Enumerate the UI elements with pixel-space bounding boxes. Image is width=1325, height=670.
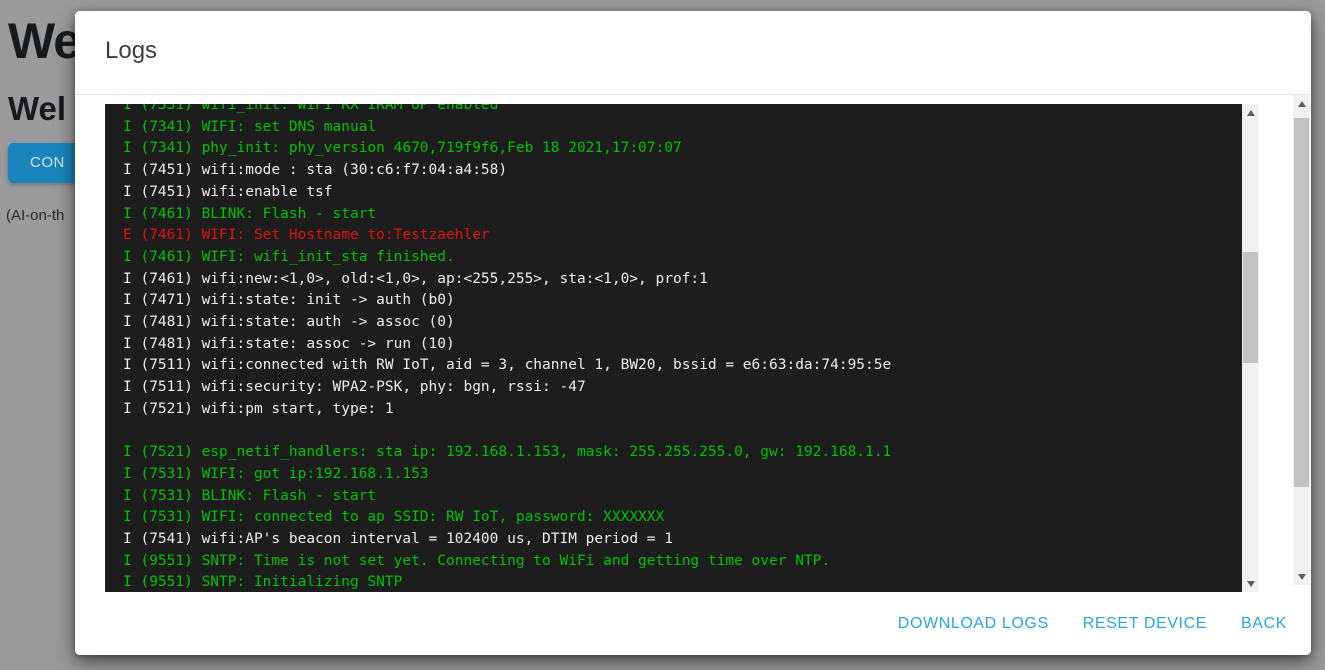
- logs-dialog: Logs I (7331) wifi_init: WiFi RX IRAM OP…: [75, 11, 1311, 655]
- log-line: [123, 421, 891, 443]
- log-line: I (7511) wifi:connected with RW IoT, aid…: [123, 355, 891, 377]
- log-line: I (7531) WIFI: got ip:192.168.1.153: [123, 464, 891, 486]
- log-line: E (7461) WIFI: Set Hostname to:Testzaehl…: [123, 225, 891, 247]
- log-line: I (7341) WIFI: set DNS manual: [123, 117, 891, 139]
- dialog-scrollbar-thumb[interactable]: [1294, 118, 1309, 487]
- log-output: I (7331) wifi_init: WiFi RX IRAM OP enab…: [123, 104, 891, 592]
- log-line: I (9551) SNTP: Time is not set yet. Conn…: [123, 551, 891, 573]
- log-line: I (7531) BLINK: Flash - start: [123, 486, 891, 508]
- log-line: I (7521) wifi:pm start, type: 1: [123, 399, 891, 421]
- log-scroll-up-button[interactable]: [1242, 104, 1259, 121]
- page-caption-clipped: (AI-on-th: [6, 207, 64, 224]
- log-line: I (7461) WIFI: wifi_init_sta finished.: [123, 247, 891, 269]
- log-line: I (7331) wifi_init: WiFi RX IRAM OP enab…: [123, 104, 891, 117]
- log-terminal[interactable]: I (7331) wifi_init: WiFi RX IRAM OP enab…: [105, 104, 1259, 592]
- back-button[interactable]: BACK: [1241, 615, 1287, 633]
- log-line: I (7461) wifi:new:<1,0>, old:<1,0>, ap:<…: [123, 269, 891, 291]
- log-line: I (9551) SNTP: Initializing SNTP: [123, 572, 891, 592]
- scroll-down-icon: [1247, 581, 1255, 587]
- log-line: I (7451) wifi:enable tsf: [123, 182, 891, 204]
- log-line: I (7341) phy_init: phy_version 4670,719f…: [123, 138, 891, 160]
- log-line: I (7461) BLINK: Flash - start: [123, 204, 891, 226]
- page-heading-clipped: We: [8, 12, 80, 70]
- dialog-scroll-down-button[interactable]: [1293, 568, 1310, 585]
- log-line: I (7451) wifi:mode : sta (30:c6:f7:04:a4…: [123, 160, 891, 182]
- dialog-title: Logs: [105, 37, 157, 65]
- dialog-header: Logs: [75, 11, 1311, 95]
- log-line: I (7511) wifi:security: WPA2-PSK, phy: b…: [123, 377, 891, 399]
- scroll-up-icon: [1247, 110, 1255, 116]
- log-line: I (7481) wifi:state: assoc -> run (10): [123, 334, 891, 356]
- log-scrollbar-thumb[interactable]: [1243, 252, 1258, 363]
- scroll-up-icon: [1298, 101, 1306, 107]
- log-line: I (7541) wifi:AP's beacon interval = 102…: [123, 529, 891, 551]
- log-line: I (7471) wifi:state: init -> auth (b0): [123, 290, 891, 312]
- log-line: I (7481) wifi:state: auth -> assoc (0): [123, 312, 891, 334]
- reset-device-button[interactable]: RESET DEVICE: [1083, 615, 1207, 633]
- log-line: I (7521) esp_netif_handlers: sta ip: 192…: [123, 442, 891, 464]
- scroll-down-icon: [1298, 574, 1306, 580]
- download-logs-button[interactable]: DOWNLOAD LOGS: [898, 615, 1049, 633]
- dialog-scrollbar[interactable]: [1293, 95, 1310, 585]
- log-scroll-down-button[interactable]: [1242, 575, 1259, 592]
- page-subheading-clipped: Wel: [8, 90, 66, 128]
- log-line: I (7531) WIFI: connected to ap SSID: RW …: [123, 507, 891, 529]
- dialog-footer-actions: DOWNLOAD LOGS RESET DEVICE BACK: [75, 592, 1311, 655]
- log-scrollbar[interactable]: [1242, 104, 1259, 592]
- dialog-scroll-up-button[interactable]: [1293, 95, 1310, 112]
